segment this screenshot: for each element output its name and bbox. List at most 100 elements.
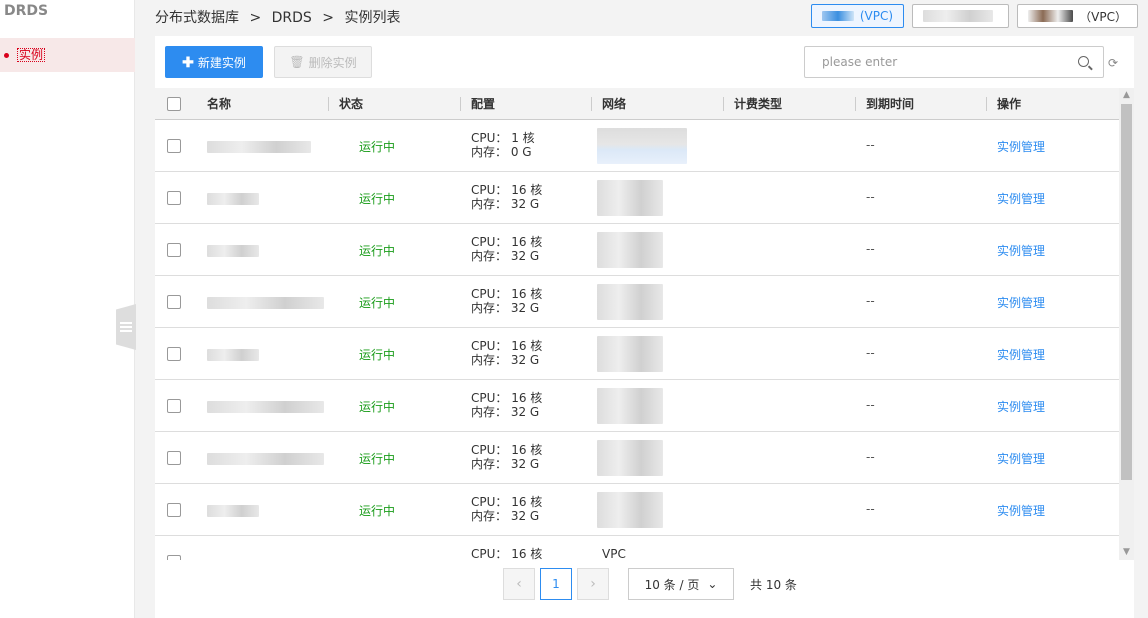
- expire-cell: --: [866, 450, 875, 464]
- manage-instance-link[interactable]: 实例管理: [997, 138, 1045, 155]
- column-header-billing: 计费类型: [734, 97, 783, 111]
- search-box: [804, 46, 1104, 78]
- row-checkbox[interactable]: [167, 451, 181, 465]
- redacted-instance-name[interactable]: [207, 141, 311, 153]
- prev-page-button[interactable]: ‹: [503, 568, 535, 600]
- redacted-instance-name[interactable]: [207, 245, 259, 257]
- table-row: 运行中 CPU： 16 核 内存： 32 G -- 实例管理: [155, 380, 1119, 432]
- config-cell: CPU： 16 核 内存： 32 G: [471, 183, 543, 211]
- redacted-network: [597, 232, 663, 268]
- config-cell: CPU： 16 核 内存： 32 G: [471, 443, 543, 471]
- table-scrollbar[interactable]: ▲ ▼: [1119, 88, 1134, 560]
- manage-instance-link[interactable]: 实例管理: [997, 346, 1045, 363]
- delete-instance-button[interactable]: 🗑 删除实例: [274, 46, 372, 78]
- status-running: 运行中: [359, 296, 396, 310]
- breadcrumb-current: 实例列表: [344, 10, 401, 26]
- config-cell: CPU： 16 核 内存： 32 G: [471, 287, 543, 315]
- region-button-3[interactable]: （VPC）: [1017, 4, 1138, 28]
- row-checkbox[interactable]: [167, 399, 181, 413]
- expire-cell: --: [866, 242, 875, 256]
- breadcrumb-separator: >: [249, 10, 262, 26]
- page-size-select[interactable]: 10 条 / 页 ⌄: [628, 568, 734, 600]
- row-checkbox[interactable]: [167, 243, 181, 257]
- region-button-1[interactable]: (VPC): [811, 4, 904, 28]
- redacted-network: [597, 128, 687, 164]
- sidebar-item-instances[interactable]: 实例: [0, 38, 135, 72]
- region-button-2[interactable]: [912, 4, 1009, 28]
- breadcrumb: 分布式数据库 > DRDS > 实例列表: [155, 7, 406, 27]
- config-cell: CPU： 16 核 内存： 32 G: [471, 495, 543, 523]
- column-header-actions: 操作: [997, 97, 1022, 111]
- redacted-instance-name[interactable]: [207, 453, 324, 465]
- redacted-network: [597, 440, 663, 476]
- status-running: 运行中: [359, 504, 396, 518]
- expire-cell: --: [866, 346, 875, 360]
- row-checkbox[interactable]: [167, 191, 181, 205]
- sidebar-brand: DRDS: [4, 3, 49, 19]
- redacted-instance-name[interactable]: [207, 349, 259, 361]
- manage-instance-link[interactable]: 实例管理: [997, 190, 1045, 207]
- table-row: CPU： 16 核 VPC: [155, 536, 1119, 560]
- column-header-network: 网络: [602, 97, 627, 111]
- row-checkbox[interactable]: [167, 295, 181, 309]
- column-divider: [591, 97, 592, 111]
- expire-cell: --: [866, 190, 875, 204]
- status-running: 运行中: [359, 192, 396, 206]
- config-cell: CPU： 1 核 内存： 0 G: [471, 131, 535, 159]
- table-row: 运行中 CPU： 16 核 内存： 32 G -- 实例管理: [155, 328, 1119, 380]
- manage-instance-link[interactable]: 实例管理: [997, 242, 1045, 259]
- menu-icon: [120, 322, 132, 332]
- redacted-instance-name[interactable]: [207, 401, 324, 413]
- status-running: 运行中: [359, 244, 396, 258]
- table-row: 运行中 CPU： 16 核 内存： 32 G -- 实例管理: [155, 276, 1119, 328]
- row-checkbox[interactable]: [167, 139, 181, 153]
- column-divider: [460, 97, 461, 111]
- total-count: 共 10 条: [750, 577, 797, 592]
- row-checkbox[interactable]: [167, 555, 181, 560]
- config-cell: CPU： 16 核 内存： 32 G: [471, 235, 543, 263]
- redacted-network: [597, 180, 663, 216]
- table-header: 名称 状态 配置 网络 计费类型 到期时间 操作: [155, 88, 1119, 120]
- redacted-instance-name[interactable]: [207, 193, 259, 205]
- manage-instance-link[interactable]: 实例管理: [997, 398, 1045, 415]
- chevron-down-icon[interactable]: ▼: [1119, 545, 1134, 560]
- redacted-instance-name[interactable]: [207, 505, 259, 517]
- manage-instance-link[interactable]: 实例管理: [997, 294, 1045, 311]
- manage-instance-link[interactable]: 实例管理: [997, 502, 1045, 519]
- table-body: 运行中 CPU： 1 核 内存： 0 G -- 实例管理 运行中 CPU： 16…: [155, 120, 1119, 560]
- manage-instance-link[interactable]: 实例管理: [997, 450, 1045, 467]
- status-running: 运行中: [359, 140, 396, 154]
- row-checkbox[interactable]: [167, 347, 181, 361]
- select-all-checkbox[interactable]: [167, 97, 181, 111]
- breadcrumb-item[interactable]: DRDS: [272, 10, 312, 26]
- redacted-instance-name[interactable]: [207, 297, 324, 309]
- column-header-name: 名称: [207, 97, 232, 111]
- config-cell: CPU： 16 核 内存： 32 G: [471, 339, 543, 367]
- row-checkbox[interactable]: [167, 503, 181, 517]
- search-input[interactable]: [805, 47, 1065, 77]
- breadcrumb-item[interactable]: 分布式数据库: [155, 10, 239, 26]
- table-row: 运行中 CPU： 1 核 内存： 0 G -- 实例管理: [155, 120, 1119, 172]
- table-row: 运行中 CPU： 16 核 内存： 32 G -- 实例管理: [155, 432, 1119, 484]
- active-dot-icon: [4, 52, 9, 58]
- status-running: 运行中: [359, 400, 396, 414]
- table-row: 运行中 CPU： 16 核 内存： 32 G -- 实例管理: [155, 172, 1119, 224]
- status-running: 运行中: [359, 452, 396, 466]
- sidebar-item-label: 实例: [17, 48, 46, 62]
- create-instance-button[interactable]: ✚ 新建实例: [165, 46, 263, 78]
- page-1-button[interactable]: 1: [540, 568, 572, 600]
- network-cell: VPC: [602, 547, 626, 560]
- next-page-button[interactable]: ›: [577, 568, 609, 600]
- search-icon[interactable]: [1078, 56, 1089, 67]
- refresh-icon[interactable]: ⟳: [1108, 56, 1118, 70]
- sidebar-collapse-toggle[interactable]: [116, 304, 136, 350]
- column-divider: [328, 97, 329, 111]
- redacted-region-name: [1028, 10, 1074, 22]
- scrollbar-thumb[interactable]: [1121, 104, 1132, 480]
- chevron-up-icon[interactable]: ▲: [1119, 88, 1134, 103]
- column-divider: [855, 97, 856, 111]
- expire-cell: --: [866, 294, 875, 308]
- instance-list-panel: ✚ 新建实例 🗑 删除实例 ⟳ 名称 状态 配置 网络 计费类型 到期时间 操作…: [155, 36, 1134, 618]
- config-cell: CPU： 16 核 内存： 32 G: [471, 391, 543, 419]
- table-row: 运行中 CPU： 16 核 内存： 32 G -- 实例管理: [155, 484, 1119, 536]
